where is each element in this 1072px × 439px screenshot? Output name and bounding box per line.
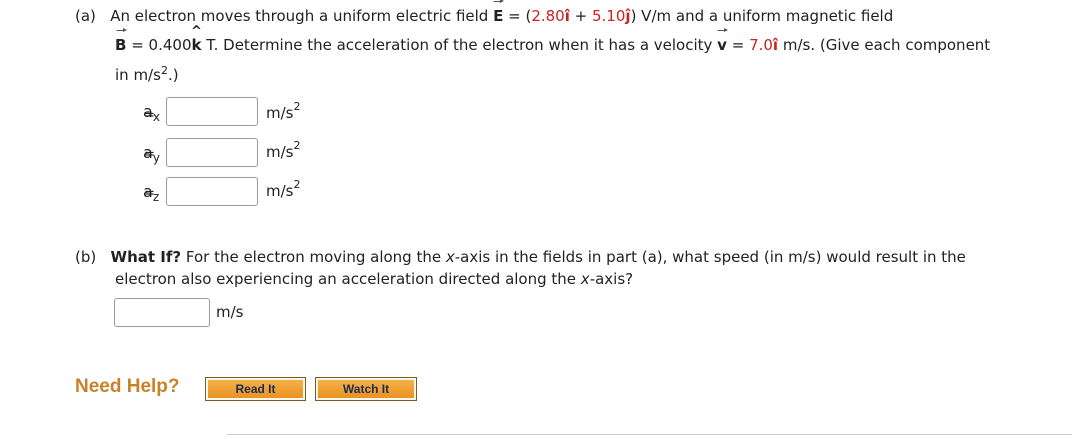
problem-text: in m/s xyxy=(115,66,161,84)
ax-unit: m/s2 xyxy=(266,100,301,122)
divider xyxy=(227,434,1072,435)
problem-text: -axis in the fields in part (a), what sp… xyxy=(454,248,966,266)
e-y-value: 5.10 xyxy=(592,7,626,25)
part-b-label: (b) xyxy=(75,248,97,266)
part-a-line-1: (a) An electron moves through a uniform … xyxy=(75,0,894,25)
unit-superscript: 2 xyxy=(293,139,301,152)
b-value: = 0.400 xyxy=(126,36,192,54)
equals-sign: = xyxy=(144,147,155,162)
k-hat: k xyxy=(191,36,201,54)
part-b-line-2: electron also experiencing an accelerati… xyxy=(115,270,633,288)
what-if-label: What If? xyxy=(110,248,182,266)
equals-sign: = xyxy=(144,186,155,201)
equals-sign: = xyxy=(144,108,155,123)
magnetic-field-symbol: B xyxy=(115,28,128,54)
unit-text: m/s xyxy=(266,143,294,161)
speed-unit: m/s xyxy=(216,303,244,321)
e-x-value: 2.80 xyxy=(531,7,565,25)
unit-text: m/s xyxy=(266,104,294,122)
part-a-line-3: in m/s2.) xyxy=(115,64,179,84)
ay-unit: m/s2 xyxy=(266,139,301,161)
read-it-button[interactable]: Read It xyxy=(205,377,306,401)
velocity-value: 7.0 xyxy=(749,36,773,54)
unit-superscript: 2 xyxy=(293,178,301,191)
equals-text: = xyxy=(726,36,750,54)
problem-text: ) V/m and a uniform magnetic field xyxy=(630,7,894,25)
velocity-symbol: v xyxy=(717,28,728,54)
part-a-label: (a) xyxy=(75,7,96,25)
unit-superscript: 2 xyxy=(293,100,301,113)
problem-text: For the electron moving along the xyxy=(181,248,446,266)
watch-it-button[interactable]: Watch It xyxy=(315,377,417,401)
problem-text: An electron moves through a uniform elec… xyxy=(110,7,494,25)
problem-text: .) xyxy=(167,66,179,84)
az-unit: m/s2 xyxy=(266,178,301,200)
x-axis-text: x xyxy=(580,270,590,288)
problem-text: electron also experiencing an accelerati… xyxy=(115,270,581,288)
ay-input[interactable] xyxy=(166,138,258,167)
need-help-label: Need Help? xyxy=(75,376,180,397)
ax-input[interactable] xyxy=(166,97,258,126)
problem-text: m/s. (Give each component xyxy=(778,36,991,54)
ax-equals: = xyxy=(144,108,155,123)
part-a-line-2: B = 0.400k T. Determine the acceleration… xyxy=(115,28,991,54)
electric-field-symbol: E xyxy=(493,0,505,25)
superscript: 2 xyxy=(160,64,168,77)
equals-text: = xyxy=(503,7,526,25)
problem-text: T. Determine the acceleration of the ele… xyxy=(201,36,718,54)
x-axis-text: x xyxy=(445,248,455,266)
unit-text: m/s xyxy=(266,182,294,200)
speed-input[interactable] xyxy=(114,298,210,327)
problem-text: -axis? xyxy=(589,270,634,288)
az-input[interactable] xyxy=(166,177,258,206)
ay-equals: = xyxy=(144,147,155,162)
az-equals: = xyxy=(144,186,155,201)
part-b-line-1: (b) What If? For the electron moving alo… xyxy=(75,248,966,266)
plus-text: + xyxy=(569,7,592,25)
